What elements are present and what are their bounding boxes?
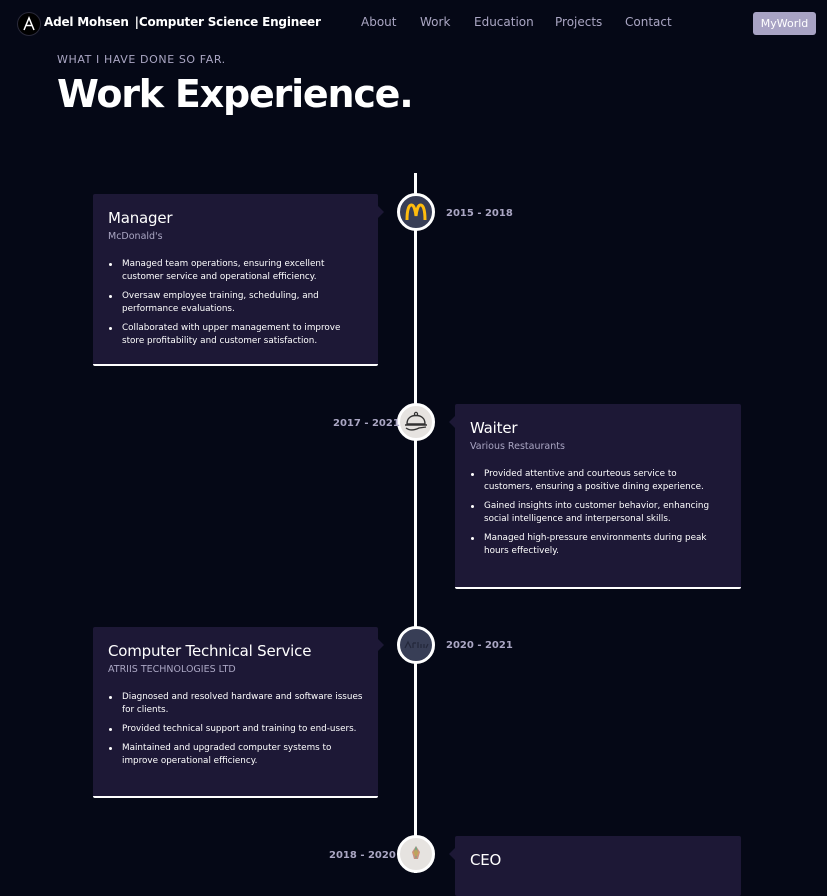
experience-card-computer-technical-service: Computer Technical Service ATRIIS TECHNO… — [93, 627, 384, 798]
responsibility-list: Diagnosed and resolved hardware and soft… — [108, 691, 364, 768]
nav-link-projects[interactable]: Projects — [555, 15, 602, 29]
role-title: Computer Technical Service — [108, 642, 312, 660]
section-title: Work Experience. — [57, 72, 414, 116]
role-title: Waiter — [470, 419, 518, 437]
list-item: Oversaw employee training, scheduling, a… — [109, 290, 364, 316]
timeline-line — [414, 173, 417, 873]
brand-tagline: |Computer Science Engineer — [134, 15, 321, 29]
list-item: Provided technical support and training … — [109, 723, 364, 736]
myworld-button[interactable]: MyWorld — [753, 12, 816, 35]
list-item: Managed team operations, ensuring excell… — [109, 258, 364, 284]
experience-card-waiter: Waiter Various Restaurants Provided atte… — [449, 404, 741, 589]
nav-link-about[interactable]: About — [361, 15, 396, 29]
brand[interactable]: Adel Mohsen |Computer Science Engineer — [44, 15, 321, 29]
card-arrow — [378, 639, 384, 651]
responsibility-list: Managed team operations, ensuring excell… — [108, 258, 364, 348]
role-title: Manager — [108, 209, 173, 227]
atriis-logo-icon — [397, 626, 435, 664]
list-item: Provided attentive and courteous service… — [471, 468, 727, 494]
card-arrow — [449, 416, 455, 428]
date-label: 2015 - 2018 — [446, 208, 513, 219]
experience-card-manager: Manager McDonald's Managed team operatio… — [93, 194, 384, 366]
list-item: Managed high-pressure environments durin… — [471, 532, 727, 558]
card-arrow — [449, 848, 455, 860]
crystal-logo-icon — [397, 835, 435, 873]
list-item: Collaborated with upper management to im… — [109, 322, 364, 348]
date-label: 2020 - 2021 — [446, 640, 513, 651]
nav-link-contact[interactable]: Contact — [625, 15, 672, 29]
list-item: Maintained and upgraded computer systems… — [109, 742, 364, 768]
company-name: ATRIIS TECHNOLOGIES LTD — [108, 664, 236, 675]
nav-link-education[interactable]: Education — [474, 15, 534, 29]
company-name: McDonald's — [108, 231, 163, 242]
brand-name: Adel Mohsen — [44, 15, 129, 29]
company-name: Various Restaurants — [470, 441, 565, 452]
mcdonalds-logo-icon — [397, 193, 435, 231]
responsibility-list: Provided attentive and courteous service… — [470, 468, 727, 558]
role-title: CEO — [470, 851, 502, 869]
list-item: Gained insights into customer behavior, … — [471, 500, 727, 526]
logo-icon[interactable] — [17, 12, 41, 36]
serving-cloche-icon — [397, 403, 435, 441]
list-item: Diagnosed and resolved hardware and soft… — [109, 692, 363, 715]
date-label: 2018 - 2020 — [329, 850, 396, 861]
section-subtitle: WHAT I HAVE DONE SO FAR. — [57, 53, 226, 66]
date-label: 2017 - 2021 — [333, 418, 400, 429]
nav-link-work[interactable]: Work — [420, 15, 450, 29]
card-arrow — [378, 206, 384, 218]
experience-card-ceo: CEO — [449, 836, 741, 896]
navbar: Adel Mohsen |Computer Science Engineer Ab… — [0, 0, 827, 46]
